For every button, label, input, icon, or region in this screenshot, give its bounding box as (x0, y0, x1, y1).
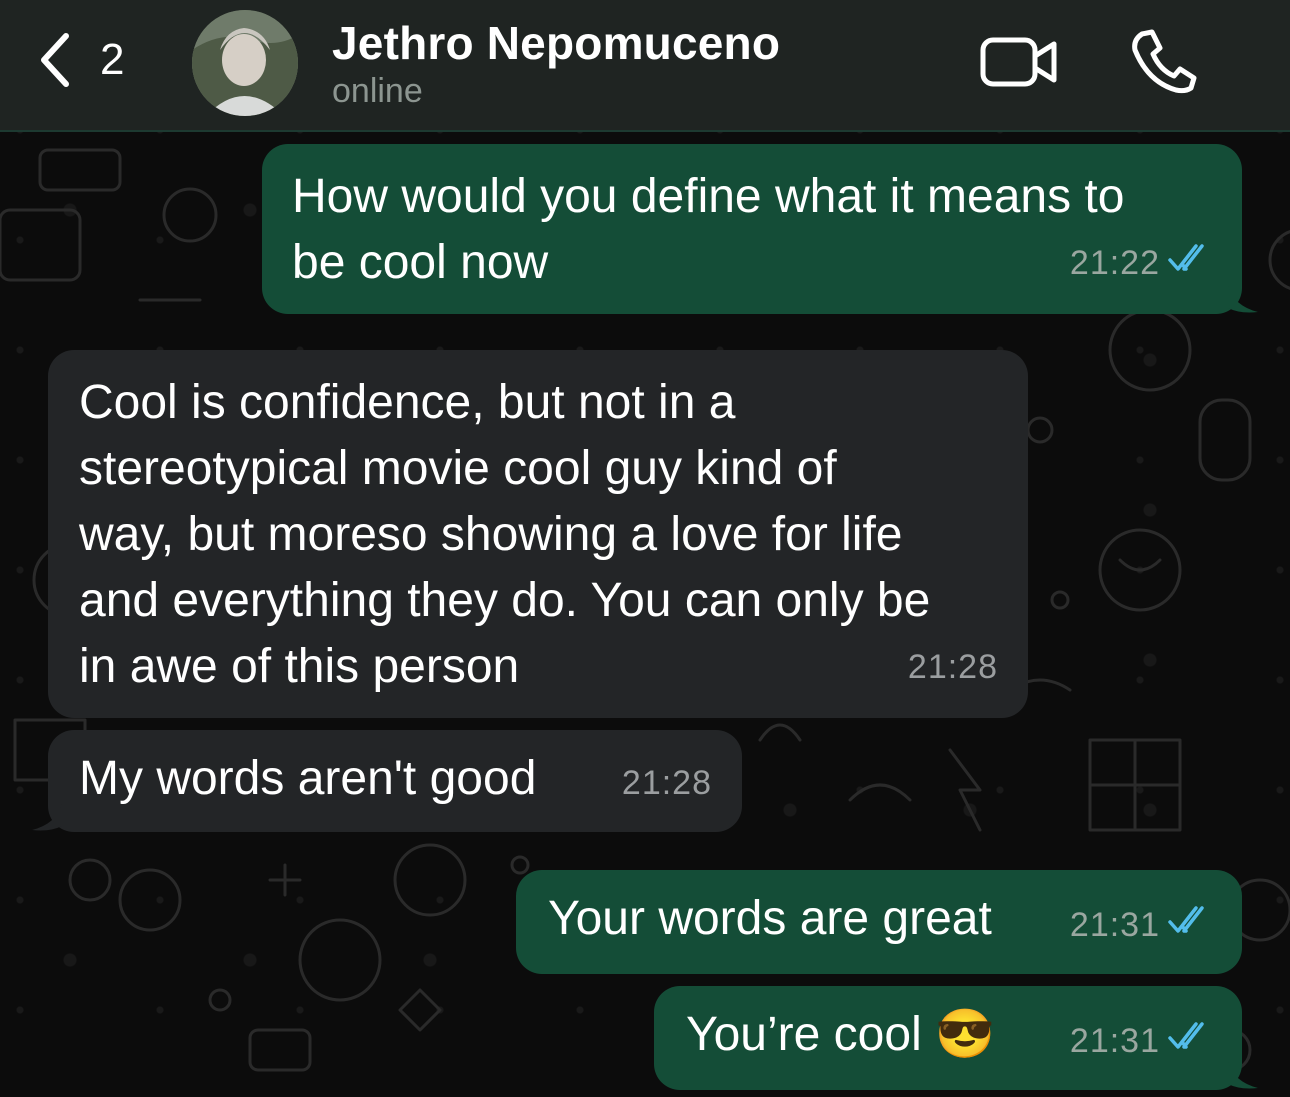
bubble-tail (1228, 1062, 1258, 1089)
message-meta: 21:28 (908, 634, 998, 700)
phone-icon (1128, 29, 1198, 98)
double-check-icon (1168, 230, 1214, 296)
unread-count: 2 (100, 35, 125, 84)
message-time: 21:31 (1069, 906, 1160, 944)
back-button[interactable]: 2 (36, 30, 124, 90)
message-time: 21:22 (1069, 244, 1160, 282)
message-text: My words aren't good (79, 752, 537, 805)
contact-status: online (332, 72, 423, 110)
message-text: Cool is confidence, but not in a stereot… (79, 376, 931, 693)
message-meta: 21:28 (622, 750, 712, 816)
message-bubble-outgoing[interactable]: Your words are great 21:31 (516, 870, 1242, 974)
avatar[interactable] (192, 10, 298, 116)
message-meta: 21:31 (1070, 1008, 1214, 1074)
message-bubble-incoming[interactable]: My words aren't good 21:28 (48, 730, 742, 832)
message-time: 21:28 (907, 648, 998, 686)
message-bubble-incoming[interactable]: Cool is confidence, but not in a stereot… (48, 350, 1028, 718)
video-call-button[interactable] (980, 34, 1060, 95)
bubble-tail (1228, 286, 1258, 313)
message-meta: 21:31 (1070, 892, 1214, 958)
chevron-left-icon (36, 30, 72, 90)
message-time: 21:28 (621, 764, 712, 802)
bubble-tail (32, 804, 62, 831)
message-time: 21:31 (1069, 1022, 1160, 1060)
double-check-icon (1168, 1008, 1214, 1074)
message-meta: 21:22 (1070, 230, 1214, 296)
voice-call-button[interactable] (1128, 28, 1198, 99)
message-bubble-outgoing[interactable]: You’re cool 😎 21:31 (654, 986, 1242, 1090)
video-camera-icon (980, 37, 1060, 94)
double-check-icon (1168, 892, 1214, 958)
message-bubble-outgoing[interactable]: How would you define what it means to be… (262, 144, 1242, 314)
contact-name[interactable]: Jethro Nepomuceno (332, 16, 780, 70)
chat-header: 2 Jethro Nepomuceno online (0, 0, 1290, 132)
